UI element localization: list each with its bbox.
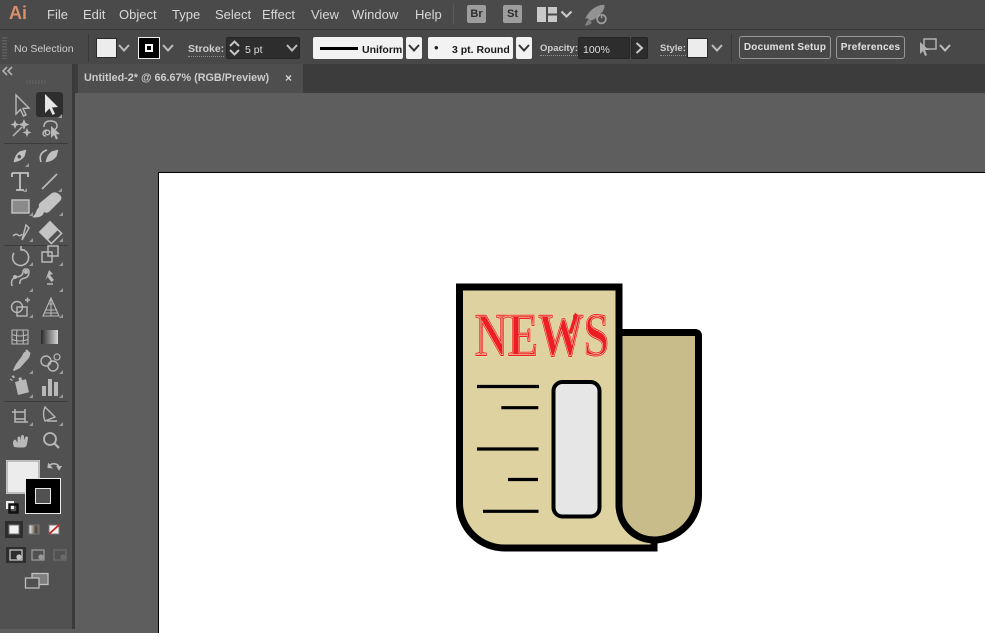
svg-text:NEWS: NEWS bbox=[475, 303, 609, 370]
